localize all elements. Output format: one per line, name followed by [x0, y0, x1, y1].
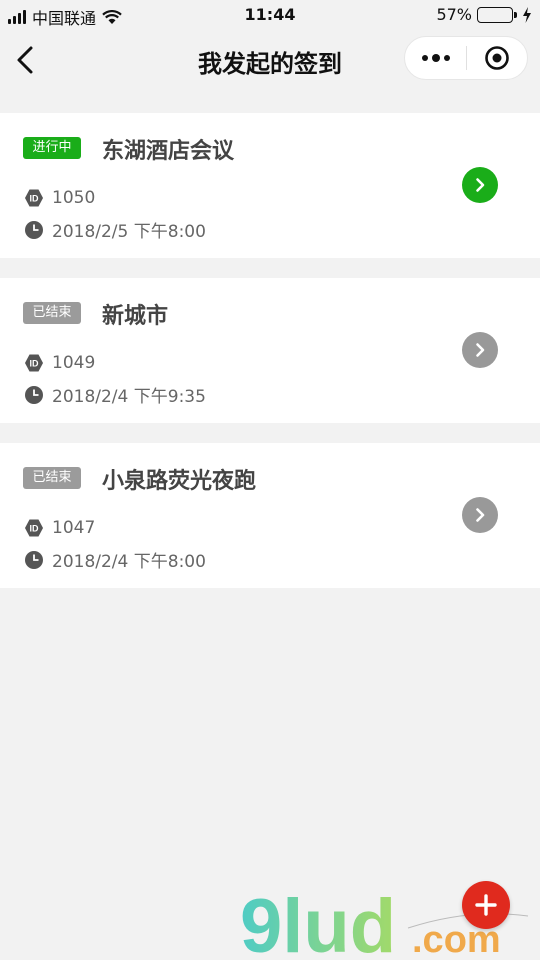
svg-text:ID: ID	[30, 359, 40, 369]
status-badge: 已结束	[23, 467, 81, 489]
checkin-title: 小泉路荧光夜跑	[102, 469, 257, 494]
svg-text:ID: ID	[30, 194, 40, 204]
id-icon: ID	[25, 354, 43, 372]
checkin-card[interactable]: 已结束 小泉路荧光夜跑 ID 1047 2018/2/4 下午8:00	[0, 443, 540, 588]
chevron-right-icon	[476, 343, 485, 357]
chevron-right-icon	[476, 178, 485, 192]
checkin-id: 1047	[52, 518, 96, 538]
plus-icon	[475, 894, 497, 916]
id-icon: ID	[25, 519, 43, 537]
checkin-list: 进行中 东湖酒店会议 ID 1050 2018/2/5 下午8:00 已结束 新…	[0, 113, 540, 608]
battery-percent: 57%	[436, 5, 472, 24]
checkin-id: 1050	[52, 188, 96, 208]
clock-icon	[25, 220, 43, 239]
checkin-time-row: 2018/2/5 下午8:00	[24, 217, 206, 242]
miniprogram-capsule	[404, 36, 528, 80]
open-checkin-button[interactable]	[462, 167, 498, 203]
target-icon	[485, 46, 509, 70]
svg-text:9lud: 9lud	[240, 888, 396, 960]
close-miniprogram-button[interactable]	[467, 36, 527, 80]
clock-icon	[25, 385, 43, 404]
status-badge: 已结束	[23, 302, 81, 324]
svg-text:ID: ID	[30, 524, 40, 534]
checkin-id-row: ID 1047	[24, 518, 95, 538]
navigation-bar: 我发起的签到	[0, 30, 540, 90]
id-icon: ID	[25, 189, 43, 207]
checkin-id-row: ID 1050	[24, 188, 95, 208]
open-checkin-button[interactable]	[462, 332, 498, 368]
checkin-card[interactable]: 进行中 东湖酒店会议 ID 1050 2018/2/5 下午8:00	[0, 113, 540, 258]
checkin-time: 2018/2/5 下午8:00	[52, 222, 206, 242]
checkin-time-row: 2018/2/4 下午8:00	[24, 547, 206, 572]
checkin-time-row: 2018/2/4 下午9:35	[24, 382, 206, 407]
status-right: 57%	[436, 5, 532, 24]
more-button[interactable]	[405, 36, 466, 80]
checkin-title: 新城市	[102, 304, 169, 329]
checkin-id-row: ID 1049	[24, 353, 95, 373]
status-badge: 进行中	[23, 137, 81, 159]
checkin-time: 2018/2/4 下午8:00	[52, 552, 206, 572]
chevron-right-icon	[476, 508, 485, 522]
battery-icon	[477, 6, 517, 23]
add-checkin-button[interactable]	[462, 881, 510, 929]
clock-icon	[25, 550, 43, 569]
checkin-id: 1049	[52, 353, 96, 373]
checkin-title: 东湖酒店会议	[102, 139, 235, 164]
checkin-time: 2018/2/4 下午9:35	[52, 387, 206, 407]
open-checkin-button[interactable]	[462, 497, 498, 533]
charging-icon	[523, 6, 531, 23]
status-bar: 中国联通 11:44 57%	[0, 0, 540, 30]
checkin-card[interactable]: 已结束 新城市 ID 1049 2018/2/4 下午9:35	[0, 278, 540, 423]
